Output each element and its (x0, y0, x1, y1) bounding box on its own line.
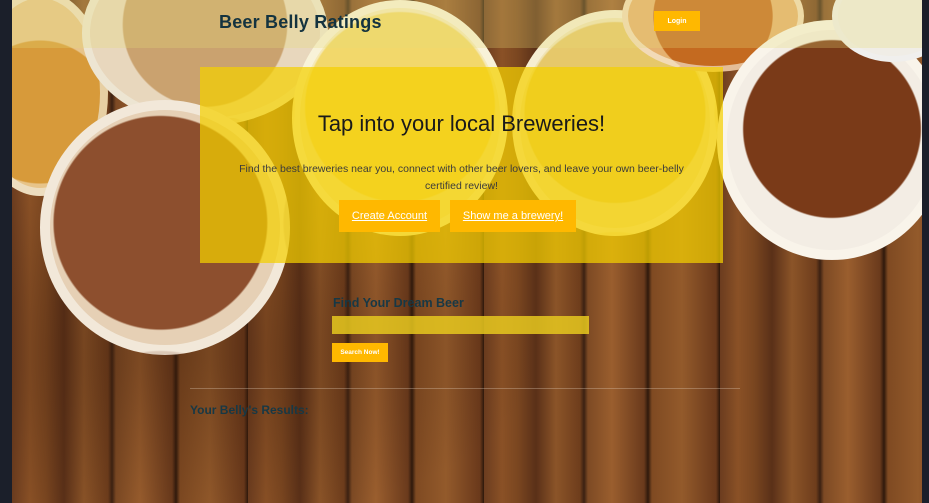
site-brand[interactable]: Beer Belly Ratings (219, 12, 382, 33)
results-title: Your Belly's Results: (190, 403, 309, 417)
create-account-button[interactable]: Create Account (339, 200, 440, 232)
hero-title: Tap into your local Breweries! (317, 111, 606, 136)
show-brewery-button[interactable]: Show me a brewery! (450, 200, 576, 232)
hero-description: Find the best breweries near you, connec… (239, 163, 684, 192)
section-divider (190, 388, 740, 389)
search-input[interactable] (332, 316, 589, 334)
hero-panel: Tap into your local Breweries! Find the … (200, 67, 723, 263)
login-button[interactable]: Login (654, 11, 700, 31)
site-header (12, 0, 922, 48)
search-button[interactable]: Search Now! (332, 343, 388, 362)
search-label: Find Your Dream Beer (333, 296, 464, 310)
